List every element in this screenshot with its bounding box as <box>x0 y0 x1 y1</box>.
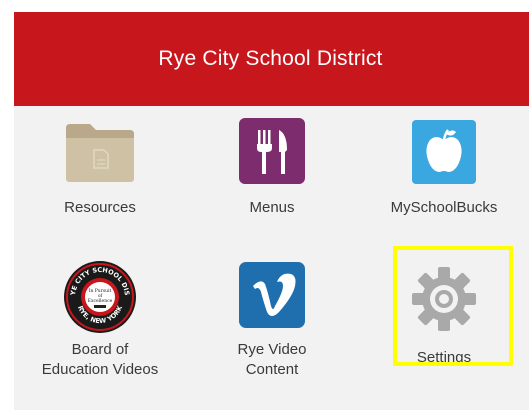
tile-board-of-education-videos[interactable]: THE RYE CITY SCHOOL DISTRICT RYE, NEW YO… <box>14 254 186 404</box>
tile-myschoolbucks[interactable]: MySchoolBucks <box>358 106 529 246</box>
tile-label: MySchoolBucks <box>390 199 498 216</box>
folder-icon <box>64 120 136 186</box>
tile-menus[interactable]: Menus <box>186 106 358 246</box>
tile-resources[interactable]: Resources <box>14 106 186 246</box>
highlight-box <box>393 246 513 366</box>
tile-label: Board of Education Videos <box>41 341 159 378</box>
vimeo-icon <box>239 262 305 328</box>
school-seal-icon: THE RYE CITY SCHOOL DISTRICT RYE, NEW YO… <box>60 254 137 334</box>
fork-knife-icon <box>239 118 305 184</box>
app-header: Rye City School District <box>14 12 529 106</box>
apple-icon <box>412 120 476 186</box>
page-title: Rye City School District <box>158 47 383 70</box>
tile-label: Rye Video Content <box>237 341 307 378</box>
tile-rye-video-content[interactable]: Rye Video Content <box>186 254 358 404</box>
tile-label: Resources <box>64 199 136 216</box>
tile-label: Menus <box>249 199 295 216</box>
seal-motto-3: Excellence <box>88 298 113 304</box>
